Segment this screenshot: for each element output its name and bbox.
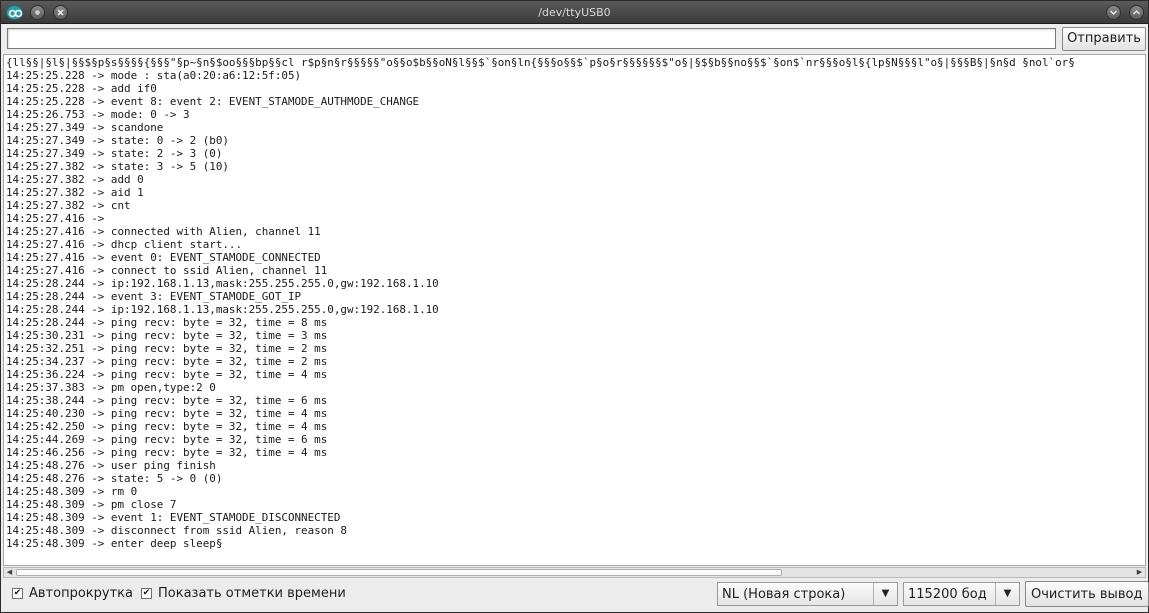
console-line: 14:25:27.382 -> aid 1: [6, 186, 144, 199]
console-line: 14:25:27.416 ->: [6, 212, 111, 225]
scrollbar-thumb[interactable]: [16, 569, 782, 576]
console-line: 14:25:32.251 -> ping recv: byte = 32, ti…: [6, 342, 328, 355]
timestamps-checkbox[interactable]: ✔: [141, 588, 152, 599]
serial-output[interactable]: {ll§§|§l§|§§$§p§s§§§§{§§§"§p~§n§$oo§§§bp…: [3, 54, 1146, 566]
console-line: {ll§§|§l§|§§$§p§s§§§§{§§§"§p~§n§$oo§§§bp…: [6, 56, 1075, 69]
chevron-up-icon[interactable]: [1129, 5, 1144, 20]
check-icon: ✔: [13, 588, 22, 598]
console-line: 14:25:48.309 -> rm 0: [6, 485, 138, 498]
serial-output-text: {ll§§|§l§|§§$§p§s§§§§{§§§"§p~§n§$oo§§§bp…: [4, 55, 1145, 550]
timestamps-label[interactable]: Показать отметки времени: [158, 586, 346, 601]
console-line: 14:25:27.382 -> cnt: [6, 199, 131, 212]
line-ending-select[interactable]: NL (Новая строка) ▼: [717, 582, 898, 606]
console-line: 14:25:48.309 -> enter deep sleep§: [6, 537, 223, 550]
line-ending-value: NL (Новая строка): [722, 587, 846, 602]
console-line: 14:25:28.244 -> ip:192.168.1.13,mask:255…: [6, 303, 439, 316]
send-button[interactable]: Отправить: [1062, 27, 1146, 51]
chevron-down-icon[interactable]: ▼: [995, 583, 1019, 605]
console-line: 14:25:48.309 -> pm close 7: [6, 498, 177, 511]
autoscroll-label[interactable]: Автопрокрутка: [29, 586, 133, 601]
send-input[interactable]: [7, 28, 1056, 49]
console-line: 14:25:48.309 -> disconnect from ssid Ali…: [6, 524, 347, 537]
scroll-left-icon[interactable]: ◀: [4, 568, 15, 577]
console-line: 14:25:27.349 -> state: 0 -> 2 (b0): [6, 134, 229, 147]
serial-monitor-window: /dev/ttyUSB0 Отправить {ll§§|§l§|§§$§p§s…: [0, 0, 1149, 613]
console-line: 14:25:38.244 -> ping recv: byte = 32, ti…: [6, 394, 328, 407]
console-line: 14:25:46.256 -> ping recv: byte = 32, ti…: [6, 446, 328, 459]
console-line: 14:25:25.228 -> add if0: [6, 82, 157, 95]
autoscroll-checkbox[interactable]: ✔: [12, 588, 23, 599]
console-line: 14:25:25.228 -> event 8: event 2: EVENT_…: [6, 95, 420, 108]
console-line: 14:25:30.231 -> ping recv: byte = 32, ti…: [6, 329, 328, 342]
console-line: 14:25:48.276 -> user ping finish: [6, 459, 216, 472]
chevron-down-icon[interactable]: ▼: [873, 583, 897, 605]
console-line: 14:25:28.244 -> ip:192.168.1.13,mask:255…: [6, 277, 439, 290]
console-line: 14:25:34.237 -> ping recv: byte = 32, ti…: [6, 355, 328, 368]
bottom-toolbar: ✔ Автопрокрутка ✔ Показать отметки време…: [1, 581, 1149, 607]
console-line: 14:25:25.228 -> mode : sta(a0:20:a6:12:5…: [6, 69, 302, 82]
console-line: 14:25:48.309 -> event 1: EVENT_STAMODE_D…: [6, 511, 341, 524]
console-line: 14:25:27.349 -> state: 2 -> 3 (0): [6, 147, 223, 160]
console-line: 14:25:27.416 -> event 0: EVENT_STAMODE_C…: [6, 251, 321, 264]
console-line: 14:25:48.276 -> state: 5 -> 0 (0): [6, 472, 223, 485]
console-line: 14:25:27.382 -> state: 3 -> 5 (10): [6, 160, 229, 173]
console-line: 14:25:27.382 -> add 0: [6, 173, 144, 186]
check-icon: ✔: [142, 588, 151, 598]
console-line: 14:25:27.416 -> dhcp client start...: [6, 238, 243, 251]
console-line: 14:25:42.250 -> ping recv: byte = 32, ti…: [6, 420, 328, 433]
console-line: 14:25:44.269 -> ping recv: byte = 32, ti…: [6, 433, 328, 446]
console-line: 14:25:40.230 -> ping recv: byte = 32, ti…: [6, 407, 328, 420]
send-row: Отправить: [7, 27, 1146, 51]
console-line: 14:25:26.753 -> mode: 0 -> 3: [6, 108, 190, 121]
console-line: 14:25:28.244 -> ping recv: byte = 32, ti…: [6, 316, 328, 329]
horizontal-scrollbar[interactable]: ◀ ▶: [3, 567, 1146, 578]
chevron-down-icon[interactable]: [1106, 5, 1121, 20]
title-bar: /dev/ttyUSB0: [1, 1, 1148, 24]
console-line: 14:25:27.349 -> scandone: [6, 121, 164, 134]
console-line: 14:25:36.224 -> ping recv: byte = 32, ti…: [6, 368, 328, 381]
console-line: 14:25:27.416 -> connect to ssid Alien, c…: [6, 264, 328, 277]
scroll-right-icon[interactable]: ▶: [1134, 568, 1145, 577]
window-title: /dev/ttyUSB0: [538, 6, 611, 19]
clear-output-button[interactable]: Очистить вывод: [1025, 581, 1149, 607]
console-line: 14:25:37.383 -> pm open,type:2 0: [6, 381, 216, 394]
baud-rate-select[interactable]: 115200 бод ▼: [903, 582, 1020, 606]
console-line: 14:25:28.244 -> event 3: EVENT_STAMODE_G…: [6, 290, 302, 303]
console-line: 14:25:27.416 -> connected with Alien, ch…: [6, 225, 321, 238]
baud-rate-value: 115200 бод: [908, 587, 987, 602]
